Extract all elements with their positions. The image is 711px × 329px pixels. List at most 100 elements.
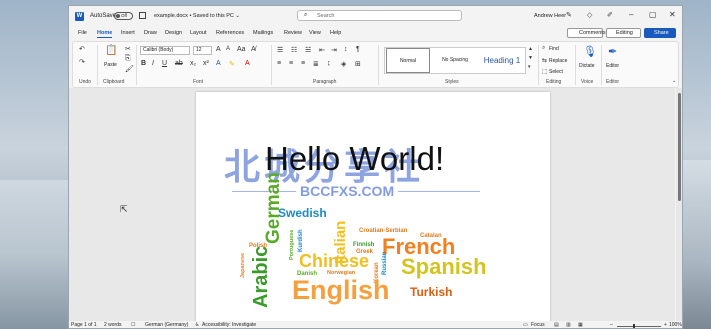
focus-button[interactable]: Focus — [531, 322, 545, 328]
tab-help[interactable]: Help — [330, 30, 341, 36]
editing-button[interactable]: Editing — [606, 28, 641, 38]
replace-button[interactable]: Replace — [549, 58, 567, 64]
subscript-icon[interactable]: x₂ — [190, 60, 196, 67]
group-label-clipboard: Clipboard — [103, 79, 125, 85]
tab-insert[interactable]: Insert — [121, 30, 135, 36]
bullets-icon[interactable]: ☰ — [277, 46, 283, 54]
word-count[interactable]: 2 words — [104, 322, 122, 328]
accessibility-status[interactable]: Accessibility: Investigate — [202, 322, 256, 328]
tab-view[interactable]: View — [309, 30, 321, 36]
shrink-font-icon[interactable]: A — [226, 46, 230, 52]
tab-home[interactable]: Home — [97, 30, 113, 38]
search-box[interactable]: ⌕ Search — [297, 10, 462, 21]
microphone-icon[interactable]: 🎙 — [583, 45, 597, 58]
sort-icon[interactable]: ↕ — [344, 46, 348, 53]
tab-references[interactable]: References — [216, 30, 244, 36]
highlight-icon[interactable]: ✎ — [229, 60, 235, 68]
word-cloud-word: German — [263, 172, 284, 244]
document-page[interactable]: 北城分享社 Hello World! BCCFXS.COM Swedish Ge… — [196, 92, 550, 324]
focus-icon[interactable]: ▭ — [523, 322, 528, 328]
change-case-icon[interactable]: Aa — [237, 46, 246, 53]
close-icon[interactable]: ✕ — [669, 10, 676, 19]
style-no-spacing[interactable]: No Spacing — [433, 48, 477, 73]
editor-icon[interactable]: ✒ — [608, 45, 617, 58]
underline-icon[interactable]: U — [162, 60, 167, 67]
font-name-select[interactable]: Calibri (Body) — [140, 46, 190, 55]
zoom-level[interactable]: 100% — [669, 322, 682, 328]
strikethrough-icon[interactable]: ab — [175, 60, 183, 67]
tab-draw[interactable]: Draw — [144, 30, 157, 36]
document-title[interactable]: example.docx • Saved to this PC ⌄ — [154, 13, 240, 19]
document-heading[interactable]: Hello World! — [265, 140, 444, 178]
comments-button[interactable]: Comments — [567, 28, 606, 38]
user-name[interactable]: Andrew Heer — [534, 13, 566, 19]
align-right-icon[interactable]: ≡ — [301, 60, 305, 67]
accessibility-icon: ♿ — [195, 322, 200, 328]
copy-icon[interactable]: ⎘ — [125, 55, 131, 63]
select-button[interactable]: Select — [549, 69, 563, 75]
replace-icon[interactable]: ⇆ — [542, 57, 547, 64]
editor-button[interactable]: Editor — [606, 63, 619, 69]
styles-more-icon[interactable]: ▾ — [528, 64, 531, 70]
show-formatting-icon[interactable]: ¶ — [356, 46, 360, 53]
align-center-icon[interactable]: ≡ — [289, 60, 293, 67]
diamond-icon[interactable]: ◇ — [587, 11, 592, 19]
tab-layout[interactable]: Layout — [190, 30, 207, 36]
superscript-icon[interactable]: x² — [203, 60, 209, 67]
borders-icon[interactable]: ⊞ — [355, 60, 361, 68]
tab-file[interactable]: File — [78, 30, 87, 36]
font-size-select[interactable]: 12 — [193, 46, 212, 55]
cut-icon[interactable]: ✂ — [125, 45, 131, 53]
maximize-icon[interactable]: ▢ — [649, 10, 657, 19]
format-painter-icon[interactable]: 🖌 — [125, 65, 134, 73]
print-layout-icon[interactable]: ▥ — [566, 322, 571, 328]
zoom-slider[interactable] — [617, 324, 661, 328]
numbering-icon[interactable]: ☷ — [291, 46, 297, 54]
undo-icon[interactable]: ↶ — [79, 45, 85, 53]
autosave-toggle[interactable]: Off — [114, 12, 133, 20]
page-count[interactable]: Page 1 of 1 — [71, 322, 97, 328]
align-left-icon[interactable]: ≡ — [277, 60, 281, 67]
document-area[interactable]: 北城分享社 Hello World! BCCFXS.COM Swedish Ge… — [69, 88, 675, 324]
web-layout-icon[interactable]: ▦ — [578, 322, 583, 328]
decrease-indent-icon[interactable]: ⇤ — [319, 46, 325, 54]
tab-review[interactable]: Review — [284, 30, 302, 36]
styles-scroll-down-icon[interactable]: ▼ — [528, 55, 533, 61]
italic-icon[interactable]: I — [152, 60, 154, 67]
pen-icon[interactable]: ✐ — [607, 11, 613, 19]
find-icon[interactable]: ⌕ — [542, 45, 545, 52]
line-spacing-icon[interactable]: ↨ — [327, 60, 331, 67]
multilevel-list-icon[interactable]: ☱ — [305, 46, 311, 54]
dictate-button[interactable]: Dictate — [579, 63, 595, 69]
scrollbar-thumb[interactable] — [678, 93, 681, 201]
styles-scroll-up-icon[interactable]: ▲ — [528, 46, 533, 52]
grow-font-icon[interactable]: A — [216, 46, 221, 53]
language-status[interactable]: German (Germany) — [145, 322, 188, 328]
save-icon[interactable] — [139, 12, 146, 19]
justify-icon[interactable]: ≣ — [313, 60, 319, 68]
style-normal[interactable]: Normal — [386, 48, 430, 73]
bold-icon[interactable]: B — [141, 60, 146, 67]
font-color-icon[interactable]: A — [245, 60, 250, 67]
select-icon[interactable]: ⬚ — [542, 68, 548, 75]
minimize-icon[interactable]: – — [629, 10, 633, 19]
read-mode-icon[interactable]: ▤ — [554, 322, 559, 328]
clear-formatting-icon[interactable]: A̸ — [251, 46, 256, 53]
zoom-out-icon[interactable]: – — [610, 322, 613, 328]
text-effects-icon[interactable]: A — [216, 60, 221, 67]
find-button[interactable]: Find — [549, 46, 559, 52]
tab-mailings[interactable]: Mailings — [253, 30, 273, 36]
paste-label[interactable]: Paste — [104, 62, 117, 68]
redo-icon[interactable]: ↷ — [79, 58, 85, 66]
zoom-in-icon[interactable]: + — [664, 322, 667, 328]
tab-design[interactable]: Design — [165, 30, 182, 36]
paste-icon[interactable]: 📋 — [105, 45, 117, 56]
vertical-scrollbar[interactable] — [676, 88, 682, 322]
proofing-icon[interactable]: ☐ — [131, 322, 135, 328]
shading-icon[interactable]: ◈ — [341, 60, 346, 68]
collapse-ribbon-icon[interactable]: ⌄ — [672, 78, 676, 84]
increase-indent-icon[interactable]: ⇥ — [331, 46, 337, 54]
style-heading-1[interactable]: Heading 1 — [480, 48, 524, 73]
brush-icon[interactable]: ✎ — [566, 11, 572, 19]
share-button[interactable]: Share — [644, 28, 676, 38]
